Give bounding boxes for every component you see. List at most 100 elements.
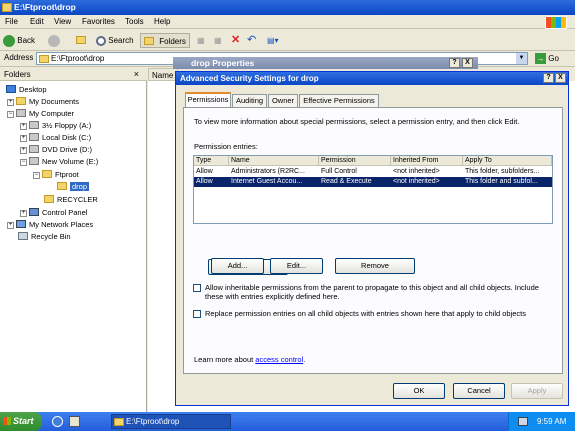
replace-text: Replace permission entries on all child …	[205, 309, 527, 318]
inherit-text-line-2: these with entries explicitly defined he…	[205, 292, 340, 301]
column-inherited-from[interactable]: Inherited From	[391, 156, 463, 166]
folder-icon	[42, 170, 52, 178]
properties-close-button[interactable]: X	[462, 58, 473, 68]
inherit-checkbox[interactable]	[193, 284, 201, 292]
floppy-icon	[29, 121, 39, 129]
expand-icon[interactable]: +	[7, 222, 14, 229]
menu-edit[interactable]: Edit	[30, 17, 44, 26]
dialog-close-button[interactable]: X	[555, 73, 566, 83]
forward-button[interactable]	[48, 33, 60, 48]
folders-button[interactable]: Folders	[140, 33, 190, 48]
search-button[interactable]: Search	[96, 33, 134, 48]
views-icon[interactable]: ▤▾	[267, 33, 279, 48]
tree-item-drop[interactable]: drop	[57, 182, 90, 192]
tree-item-local-disk[interactable]: + Local Disk (C:)	[20, 133, 91, 143]
name-column-header[interactable]: Name	[148, 68, 178, 81]
tree-item-ftproot[interactable]: − Ftproot	[33, 170, 79, 180]
address-label: Address	[4, 53, 34, 62]
edit-permission-button[interactable]: Edit...	[270, 258, 323, 274]
expand-icon[interactable]: +	[20, 123, 27, 130]
dialog-title-bar[interactable]: Advanced Security Settings for drop ? X	[176, 72, 568, 85]
ok-button[interactable]: OK	[393, 383, 445, 399]
menu-help[interactable]: Help	[154, 17, 170, 26]
windows-flag-icon	[3, 417, 11, 425]
column-name[interactable]: Name	[229, 156, 319, 166]
back-button[interactable]: Back	[3, 33, 35, 48]
add-permission-button[interactable]: Add...	[211, 258, 264, 274]
tab-effective-permissions[interactable]: Effective Permissions	[299, 94, 379, 107]
address-dropdown-icon[interactable]: ▼	[516, 53, 527, 64]
start-button[interactable]: Start	[0, 412, 42, 431]
show-desktop-icon[interactable]	[69, 416, 80, 427]
tree-item-desktop[interactable]: Desktop	[6, 85, 47, 95]
folders-close-icon[interactable]: ×	[134, 68, 139, 81]
tree-item-new-volume[interactable]: − New Volume (E:)	[20, 157, 98, 167]
toolbar: Back Search Folders ▦ ▦ ✕ ↶ ▤▾	[0, 30, 575, 51]
remove-permission-button[interactable]: Remove	[335, 258, 415, 274]
collapse-icon[interactable]: −	[33, 172, 40, 179]
expand-icon[interactable]: +	[20, 210, 27, 217]
windows-logo-icon	[545, 16, 567, 29]
taskbar-item-explorer[interactable]: E:\Ftproot\drop	[111, 414, 231, 429]
collapse-icon[interactable]: −	[7, 111, 14, 118]
expand-icon[interactable]: +	[7, 99, 14, 106]
column-permission[interactable]: Permission	[319, 156, 391, 166]
dialog-help-button[interactable]: ?	[543, 73, 554, 83]
folder-icon	[2, 3, 12, 12]
apply-button[interactable]: Apply	[511, 383, 563, 399]
dialog-title: Advanced Security Settings for drop	[180, 74, 319, 83]
expand-icon[interactable]: +	[20, 135, 27, 142]
tree-item-network[interactable]: + My Network Places	[7, 220, 93, 230]
column-apply-to[interactable]: Apply To	[463, 156, 552, 166]
collapse-icon[interactable]: −	[20, 159, 27, 166]
search-icon	[96, 35, 106, 46]
table-row[interactable]: Allow Administrators (R2RC... Full Contr…	[194, 167, 552, 177]
cancel-button[interactable]: Cancel	[453, 383, 505, 399]
properties-help-button[interactable]: ?	[449, 58, 460, 68]
up-folder-button[interactable]	[76, 33, 89, 48]
folders-pane-title: Folders	[4, 70, 31, 79]
permissions-panel: To view more information about special p…	[183, 107, 563, 374]
menu-tools[interactable]: Tools	[125, 17, 144, 26]
desktop-icon	[6, 85, 16, 93]
permission-entries-list[interactable]: Type Name Permission Inherited From Appl…	[193, 155, 553, 224]
tree-item-my-documents[interactable]: + My Documents	[7, 97, 79, 107]
tree-item-recycle-bin[interactable]: Recycle Bin	[18, 232, 71, 242]
column-type[interactable]: Type	[194, 156, 229, 166]
internet-explorer-icon[interactable]	[52, 416, 63, 427]
properties-title-bar[interactable]: drop Properties ? X	[173, 57, 478, 69]
tree-item-control-panel[interactable]: + Control Panel	[20, 208, 87, 218]
menu-favorites[interactable]: Favorites	[82, 17, 115, 26]
delete-icon[interactable]: ✕	[231, 33, 240, 48]
clock[interactable]: 9:59 AM	[537, 417, 566, 426]
access-control-link[interactable]: access control	[255, 355, 303, 364]
tab-permissions[interactable]: Permissions	[185, 92, 231, 107]
learn-more-text: Learn more about access control.	[194, 355, 306, 364]
copy-to-icon[interactable]: ▦	[214, 33, 222, 48]
up-folder-icon	[76, 36, 86, 44]
table-row-selected[interactable]: Allow Internet Guest Accou... Read & Exe…	[194, 177, 552, 187]
properties-title: drop Properties	[191, 58, 255, 68]
move-to-icon[interactable]: ▦	[197, 33, 205, 48]
go-button[interactable]: → Go	[535, 52, 559, 65]
inherit-text-line-1: Allow inheritable permissions from the p…	[205, 283, 539, 292]
expand-icon[interactable]: +	[20, 147, 27, 154]
replace-checkbox[interactable]	[193, 310, 201, 318]
info-text: To view more information about special p…	[194, 117, 520, 126]
tree-item-dvd-drive[interactable]: + DVD Drive (D:)	[20, 145, 92, 155]
menu-view[interactable]: View	[54, 17, 71, 26]
folders-icon	[144, 37, 154, 45]
explorer-title-bar[interactable]: E:\Ftproot\drop	[0, 0, 575, 15]
tab-owner[interactable]: Owner	[268, 94, 298, 107]
tab-auditing[interactable]: Auditing	[232, 94, 267, 107]
folder-open-icon	[57, 182, 67, 190]
go-arrow-icon: →	[535, 53, 546, 65]
tree-item-recycler[interactable]: RECYCLER	[44, 195, 98, 205]
control-panel-icon	[29, 208, 39, 216]
tree-item-floppy[interactable]: +3½ Floppy (A:)	[20, 121, 91, 131]
network-tray-icon[interactable]	[518, 417, 528, 426]
menu-file[interactable]: File	[5, 17, 18, 26]
undo-icon[interactable]: ↶	[247, 33, 256, 48]
tree-item-my-computer[interactable]: − My Computer	[7, 109, 74, 119]
computer-icon	[16, 109, 26, 117]
